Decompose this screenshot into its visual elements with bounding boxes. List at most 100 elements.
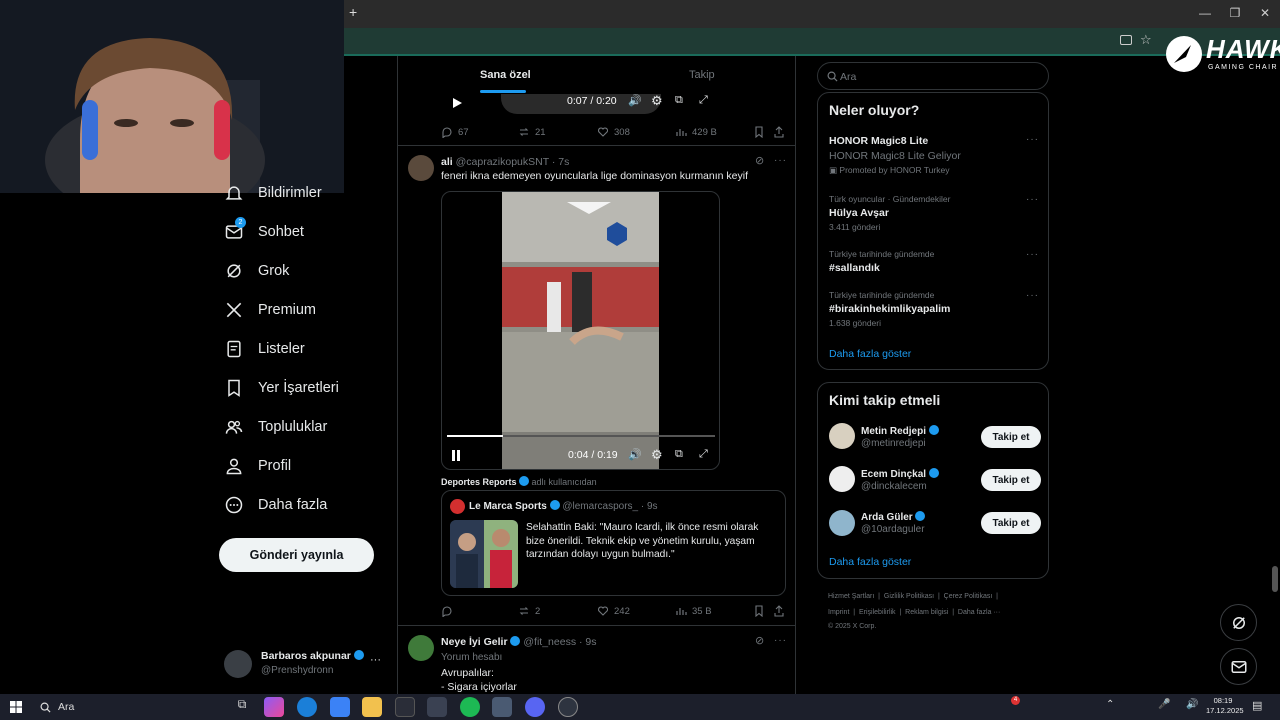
more-icon[interactable]: ···	[774, 635, 787, 646]
follow-name[interactable]: Metin Redjepi	[861, 425, 939, 437]
avatar[interactable]	[408, 155, 434, 181]
bookmark-icon[interactable]	[753, 605, 765, 617]
follow-button[interactable]: Takip et	[981, 512, 1041, 534]
messages-float-button[interactable]	[1220, 648, 1257, 685]
tab-following[interactable]: Takip	[689, 69, 715, 81]
avatar[interactable]	[829, 510, 855, 536]
repost-button[interactable]: 2	[518, 605, 540, 617]
follow-name[interactable]: Ecem Dinçkal	[861, 468, 939, 480]
app-icon[interactable]	[558, 697, 578, 717]
post-handle[interactable]: @caprazikopukSNT	[456, 156, 549, 168]
more-icon[interactable]: ···	[1026, 134, 1039, 145]
avatar[interactable]	[408, 635, 434, 661]
trend-item[interactable]: Türkiye tarihinde gündemde #sallandık	[829, 249, 1029, 274]
chevron-up-icon[interactable]: ⌃	[1106, 699, 1114, 710]
spotify-icon[interactable]	[460, 697, 480, 717]
mic-icon[interactable]: 🎤	[1158, 699, 1170, 710]
close-button[interactable]: ✕	[1256, 6, 1274, 20]
post-handle[interactable]: @fit_neess	[523, 636, 576, 648]
account-switcher[interactable]: Barbaros akpunar @Prenshydronn ···	[224, 648, 384, 680]
pause-icon[interactable]	[452, 450, 460, 461]
video-source[interactable]: Deportes Reports adlı kullanıcıdan	[441, 476, 597, 487]
fullscreen-icon[interactable]: ⤢	[699, 94, 708, 107]
nav-grok[interactable]: Grok	[224, 254, 289, 288]
like-button[interactable]: 308	[597, 126, 630, 138]
grok-icon[interactable]: ⊘	[755, 634, 764, 647]
quote-post[interactable]: Le Marca Sports @lemarcaspors_ · 9s Sela…	[441, 490, 786, 596]
follow-button[interactable]: Takip et	[981, 469, 1041, 491]
more-icon[interactable]: ···	[1026, 194, 1039, 205]
post-author[interactable]: Neye İyi Gelir	[441, 636, 508, 648]
like-button[interactable]: 242	[597, 605, 630, 617]
xbox-icon[interactable]	[395, 697, 415, 717]
follow-show-more[interactable]: Daha fazla göster	[829, 556, 911, 568]
repost-button[interactable]: 21	[518, 126, 546, 138]
tab-for-you[interactable]: Sana özel	[480, 69, 531, 81]
trend-item[interactable]: HONOR Magic8 Lite HONOR Magic8 Lite Geli…	[829, 135, 1029, 176]
nav-more[interactable]: Daha fazla	[224, 488, 327, 522]
share-icon[interactable]	[773, 126, 785, 138]
folder-icon[interactable]	[362, 697, 382, 717]
install-app-icon[interactable]	[1120, 35, 1132, 45]
chrome-icon[interactable]	[427, 697, 447, 717]
app-icon[interactable]	[492, 697, 512, 717]
settings-icon[interactable]: ⚙	[651, 447, 663, 463]
store-icon[interactable]	[330, 697, 350, 717]
video-progress-track[interactable]	[447, 435, 715, 437]
nav-lists[interactable]: Listeler	[224, 332, 305, 366]
settings-icon[interactable]: ⚙	[651, 93, 663, 109]
scrollbar[interactable]	[1272, 566, 1278, 592]
edge-icon[interactable]	[297, 697, 317, 717]
post-author[interactable]: ali	[441, 156, 453, 168]
windows-start-icon[interactable]	[10, 701, 22, 713]
speaker-icon[interactable]: 🔊	[1186, 699, 1198, 710]
avatar[interactable]	[829, 423, 855, 449]
nav-notifications[interactable]: Bildirimler	[224, 176, 322, 210]
follow-button[interactable]: Takip et	[981, 426, 1041, 448]
nav-profile[interactable]: Profil	[224, 449, 291, 483]
maximize-button[interactable]: ❐	[1226, 6, 1244, 20]
taskbar-search[interactable]: Ara	[32, 696, 222, 718]
clock[interactable]: 08:19 17.12.2025	[1206, 696, 1244, 716]
search-input[interactable]: Ara	[817, 62, 1049, 90]
post-time[interactable]: · 7s	[552, 156, 570, 168]
grok-icon[interactable]: ⊘	[755, 154, 764, 167]
more-icon[interactable]: ···	[1026, 290, 1039, 301]
avatar[interactable]	[829, 466, 855, 492]
footer-links[interactable]: Hizmet Şartları | Gizlilik Politikası | …	[828, 593, 998, 600]
nav-premium[interactable]: Premium	[224, 293, 316, 327]
bookmark-icon[interactable]	[753, 126, 765, 138]
video-player[interactable]: 0:04 / 0:19 🔊 ⚙ ⧉ ⤢	[441, 191, 720, 470]
grok-float-button[interactable]	[1220, 604, 1257, 641]
follow-name[interactable]: Arda Güler	[861, 511, 926, 523]
nav-communities[interactable]: Topluluklar	[224, 410, 327, 444]
discord-icon[interactable]	[525, 697, 545, 717]
minimize-button[interactable]: —	[1196, 6, 1214, 20]
reply-button[interactable]: 67	[441, 126, 469, 138]
nav-bookmarks[interactable]: Yer İşaretleri	[224, 371, 339, 405]
trend-item[interactable]: Türk oyuncular · Gündemdekiler Hülya Avş…	[829, 194, 1029, 232]
fullscreen-icon[interactable]: ⤢	[699, 448, 708, 461]
new-tab-button[interactable]: +	[349, 4, 357, 20]
address-bar[interactable]: ☆	[344, 28, 1280, 56]
copilot-icon[interactable]	[264, 697, 284, 717]
trends-show-more[interactable]: Daha fazla göster	[829, 348, 911, 360]
play-icon[interactable]	[451, 97, 463, 109]
post-button[interactable]: Gönderi yayınla	[219, 538, 374, 572]
volume-icon[interactable]: 🔊	[628, 448, 642, 461]
volume-icon[interactable]: 🔊	[628, 94, 642, 107]
more-icon[interactable]: ···	[370, 654, 381, 666]
notification-center-icon[interactable]: ▤	[1252, 699, 1262, 712]
nav-chat[interactable]: 2 Sohbet	[224, 215, 304, 249]
share-icon[interactable]	[773, 605, 785, 617]
pip-icon[interactable]: ⧉	[675, 448, 683, 461]
task-view-icon[interactable]: ⧉	[232, 697, 252, 717]
pip-icon[interactable]: ⧉	[675, 94, 683, 107]
star-icon[interactable]: ☆	[1140, 32, 1152, 48]
more-icon[interactable]: ···	[1026, 249, 1039, 260]
reply-button[interactable]	[441, 605, 458, 617]
post-time[interactable]: · 9s	[579, 636, 597, 648]
trend-item[interactable]: Türkiye tarihinde gündemde #birakinhekim…	[829, 290, 1029, 328]
views-button[interactable]: 35 B	[675, 605, 712, 617]
more-icon[interactable]: ···	[774, 155, 787, 166]
